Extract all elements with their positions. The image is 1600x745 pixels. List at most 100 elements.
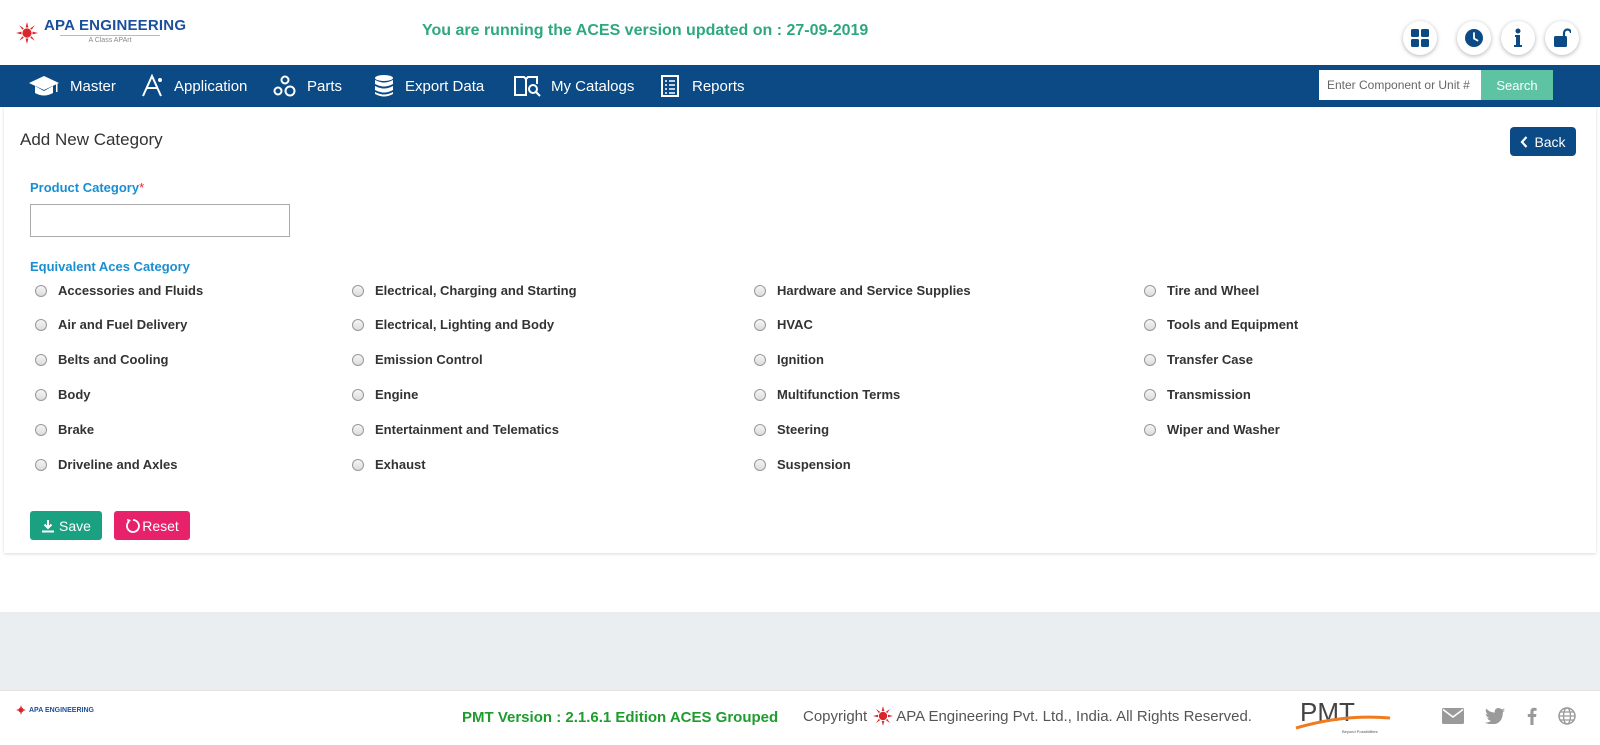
radio-button[interactable] (352, 318, 364, 331)
radio-button[interactable] (35, 353, 47, 366)
radio-button[interactable] (352, 388, 364, 401)
radio-option[interactable]: Brake (35, 422, 94, 437)
radio-button[interactable] (35, 458, 47, 471)
mail-link[interactable] (1440, 703, 1466, 729)
radio-option[interactable]: Accessories and Fluids (35, 283, 203, 298)
save-button[interactable]: Save (30, 511, 102, 540)
nav-master[interactable]: Master (28, 65, 116, 107)
sun-logo-icon (16, 705, 26, 715)
facebook-icon (1527, 707, 1537, 725)
radio-option[interactable]: Suspension (754, 457, 851, 472)
radio-button[interactable] (35, 388, 47, 401)
radio-option[interactable]: Driveline and Axles (35, 457, 177, 472)
radio-button[interactable] (754, 284, 766, 297)
content-spacer (0, 612, 1600, 690)
radio-option[interactable]: Ignition (754, 352, 824, 367)
radio-button[interactable] (754, 388, 766, 401)
equivalent-aces-category-label: Equivalent Aces Category (30, 259, 190, 274)
download-icon (42, 519, 55, 532)
radio-option-label: Hardware and Service Supplies (777, 283, 971, 298)
website-link[interactable] (1554, 703, 1580, 729)
radio-option-label: Brake (58, 422, 95, 437)
twitter-link[interactable] (1482, 703, 1508, 729)
radio-button[interactable] (352, 284, 364, 297)
globe-icon (1558, 707, 1576, 725)
radio-option-label: Transfer Case (1167, 352, 1253, 367)
radio-option[interactable]: Entertainment and Telematics (352, 422, 559, 437)
radio-button[interactable] (352, 458, 364, 471)
nav-application[interactable]: Application (140, 65, 247, 107)
nav-parts[interactable]: Parts (273, 65, 342, 107)
main-navbar: Master Application Parts Export Data My … (0, 65, 1600, 107)
dashboard-button[interactable] (1403, 21, 1437, 55)
radio-option-label: Ignition (777, 352, 824, 367)
footer-logo-name: APA ENGINEERING (29, 706, 94, 714)
radio-button[interactable] (1144, 423, 1156, 436)
radio-option[interactable]: Steering (754, 422, 829, 437)
reset-button-label: Reset (142, 517, 179, 534)
radio-option-label: Belts and Cooling (58, 352, 169, 367)
radio-option-label: Tire and Wheel (1167, 283, 1260, 298)
sun-logo-icon (16, 22, 38, 44)
radio-button[interactable] (352, 423, 364, 436)
logo-name: APA ENGINEERING (44, 17, 187, 34)
radio-option-label: Electrical, Lighting and Body (375, 317, 555, 332)
radio-option[interactable]: Hardware and Service Supplies (754, 283, 971, 298)
radio-button[interactable] (1144, 284, 1156, 297)
nav-reports[interactable]: Reports (658, 65, 745, 107)
facebook-link[interactable] (1519, 703, 1545, 729)
radio-button[interactable] (352, 353, 364, 366)
radio-option[interactable]: Transfer Case (1144, 352, 1253, 367)
radio-option[interactable]: Electrical, Lighting and Body (352, 317, 554, 332)
radio-option-label: Transmission (1167, 387, 1251, 402)
reset-button[interactable]: Reset (114, 511, 190, 540)
mail-icon (1442, 708, 1464, 724)
history-button[interactable] (1457, 21, 1491, 55)
product-category-input[interactable] (30, 204, 290, 237)
radio-button[interactable] (754, 458, 766, 471)
radio-option[interactable]: Wiper and Washer (1144, 422, 1280, 437)
lock-button[interactable] (1545, 21, 1579, 55)
apa-engineering-logo[interactable]: APA ENGINEERING A Class APArt (16, 18, 186, 44)
radio-button[interactable] (1144, 388, 1156, 401)
catalog-search-icon (514, 76, 541, 97)
nav-export-data[interactable]: Export Data (373, 65, 484, 107)
footer-logo[interactable]: APA ENGINEERING (16, 705, 94, 715)
radio-button[interactable] (754, 423, 766, 436)
pmt-logo: PMT Beyond Possibilities (1295, 697, 1391, 734)
info-button[interactable] (1501, 21, 1535, 55)
nav-parts-label: Parts (307, 77, 343, 95)
radio-button[interactable] (35, 318, 47, 331)
radio-option[interactable]: Emission Control (352, 352, 483, 367)
nav-my-catalogs[interactable]: My Catalogs (513, 65, 634, 107)
add-category-card: Add New Category Back Product Category* … (4, 107, 1596, 553)
radio-option[interactable]: Transmission (1144, 387, 1251, 402)
radio-option[interactable]: Body (35, 387, 91, 402)
top-header: APA ENGINEERING A Class APArt You are ru… (0, 0, 1600, 65)
radio-option[interactable]: Tire and Wheel (1144, 283, 1259, 298)
page-title: Add New Category (20, 130, 163, 149)
radio-button[interactable] (1144, 318, 1156, 331)
radio-button[interactable] (35, 284, 47, 297)
radio-option[interactable]: Multifunction Terms (754, 387, 900, 402)
radio-option[interactable]: Belts and Cooling (35, 352, 169, 367)
radio-option-label: Driveline and Axles (58, 457, 178, 472)
radio-button[interactable] (754, 353, 766, 366)
radio-option-label: HVAC (777, 317, 813, 332)
back-button[interactable]: Back (1510, 127, 1576, 156)
component-search-input[interactable] (1319, 70, 1481, 100)
radio-button[interactable] (35, 423, 47, 436)
radio-option[interactable]: Exhaust (352, 457, 426, 472)
radio-option[interactable]: Tools and Equipment (1144, 317, 1298, 332)
radio-button[interactable] (754, 318, 766, 331)
info-icon (1514, 28, 1522, 47)
radio-button[interactable] (1144, 353, 1156, 366)
radio-option[interactable]: Air and Fuel Delivery (35, 317, 187, 332)
radio-option-label: Steering (777, 422, 830, 437)
parts-icon (273, 75, 296, 97)
search-button[interactable]: Search (1481, 70, 1553, 100)
radio-option[interactable]: Engine (352, 387, 418, 402)
radio-option[interactable]: Electrical, Charging and Starting (352, 283, 577, 298)
save-button-label: Save (59, 517, 91, 534)
radio-option[interactable]: HVAC (754, 317, 813, 332)
